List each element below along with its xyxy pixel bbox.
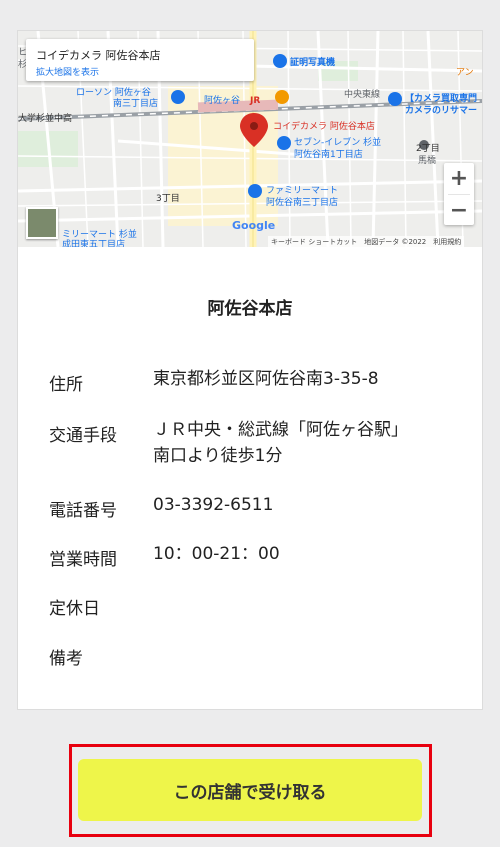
map-popup-store-name: コイデカメラ 阿佐谷本店	[36, 49, 161, 62]
map-label-family1: ファミリーマート	[266, 186, 338, 196]
hours-label: 営業時間	[49, 550, 117, 570]
map-label-chuo: 中央東線	[344, 88, 380, 100]
map-label-jr: JR	[249, 96, 260, 106]
map-label-lawson2: 南三丁目店	[113, 97, 158, 109]
map-label-seven1: セブン-イレブン 杉並	[294, 136, 381, 148]
map-label-lawson: ローソン 阿佐ヶ谷	[76, 86, 151, 98]
map-label-station: 阿佐ヶ谷	[204, 94, 240, 106]
access-value-line1: ＪＲ中央・総武線「阿佐ヶ谷駅」	[153, 420, 408, 440]
map-zoom-control: + −	[444, 163, 474, 225]
zoom-in-button[interactable]: +	[444, 163, 474, 194]
phone-label: 電話番号	[49, 501, 117, 521]
map-label-camera-buy: 【カメラ買取専門	[405, 92, 477, 104]
address-label: 住所	[49, 375, 83, 395]
map-info-popup: コイデカメラ 阿佐谷本店 拡大地図を表示	[26, 39, 254, 81]
map-label-studio: 証明写真機	[290, 56, 335, 68]
map-label-seven2: 阿佐谷南1丁目店	[294, 148, 363, 160]
store-map[interactable]: 証明写真機 ローソン 阿佐ヶ谷 南三丁目店 阿佐ヶ谷 JR 中央東線 【カメラ買…	[18, 31, 482, 247]
map-label-university: 大学杉並中高	[18, 112, 72, 124]
map-label-fm-bottom2: 成田東五丁目店	[62, 238, 125, 247]
map-label-fm-bottom1: ミリーマート 杉並	[62, 228, 137, 240]
store-card: 証明写真機 ローソン 阿佐ヶ谷 南三丁目店 阿佐ヶ谷 JR 中央東線 【カメラ買…	[17, 30, 483, 710]
enlarge-map-link[interactable]: 拡大地図を表示	[36, 65, 99, 78]
map-label-umabashi: 馬橋	[418, 154, 436, 166]
store-name-title: 阿佐谷本店	[207, 299, 293, 319]
map-label-an: アン	[456, 68, 474, 78]
hours-value: 10：00-21：00	[153, 544, 280, 564]
satellite-toggle-button[interactable]	[26, 207, 58, 239]
map-label-store-pin: コイデカメラ 阿佐谷本店	[273, 120, 375, 132]
access-label: 交通手段	[49, 426, 117, 446]
closed-days-label: 定休日	[49, 599, 100, 619]
address-value: 東京都杉並区阿佐谷南3-35-8	[153, 369, 379, 389]
map-attribution[interactable]: キーボード ショートカット 地図データ ©2022 利用規約	[268, 236, 465, 247]
phone-value[interactable]: 03-3392-6511	[153, 492, 453, 518]
google-logo: Google	[232, 219, 275, 232]
map-label-camera-buy2: カメラのリサマー	[405, 105, 477, 116]
map-label-2chome: 2丁目	[416, 143, 440, 154]
map-label-3chome: 3丁目	[156, 193, 180, 204]
receive-at-store-button[interactable]: この店舗で受け取る	[78, 759, 422, 821]
access-value-line2: 南口より徒歩1分	[153, 446, 283, 466]
google-logo-text: Google	[232, 219, 276, 232]
notes-label: 備考	[49, 649, 83, 669]
zoom-out-button[interactable]: −	[444, 195, 474, 226]
map-label-family2: 阿佐谷南三丁目店	[266, 196, 338, 208]
